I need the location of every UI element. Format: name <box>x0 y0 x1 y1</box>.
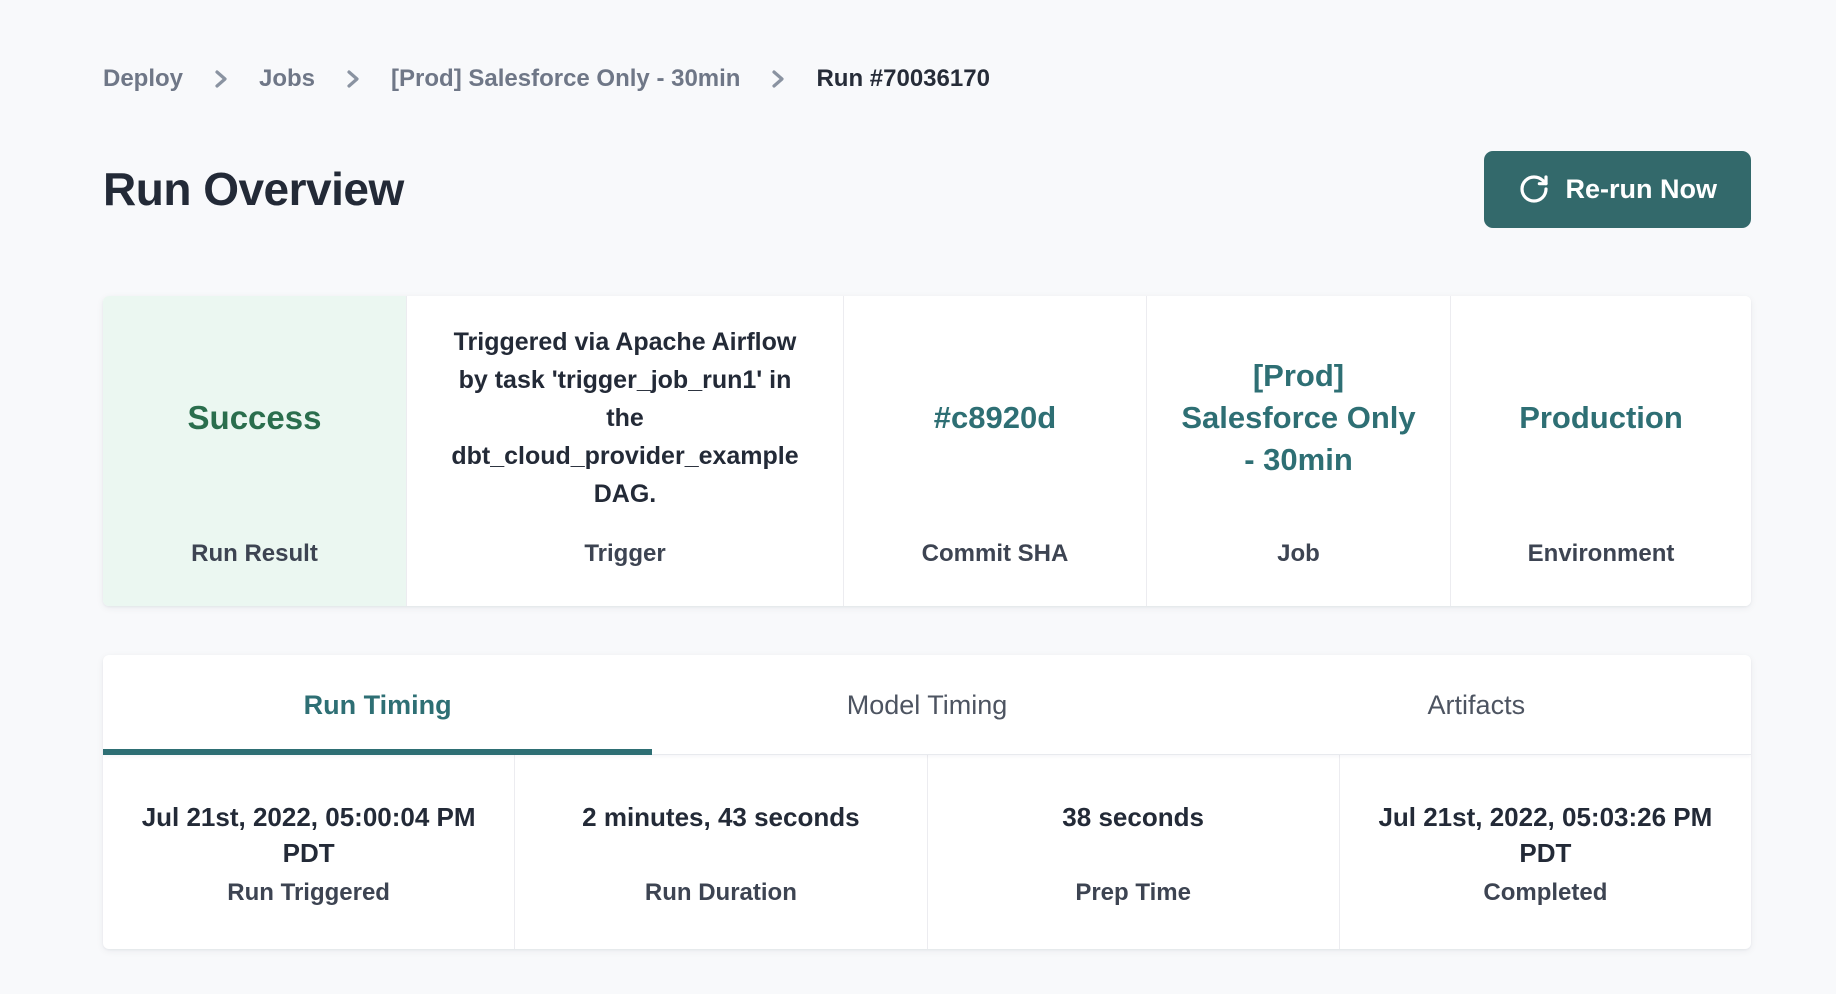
commit-sha-card: #c8920d Commit SHA <box>843 296 1146 606</box>
prep-time-value: 38 seconds <box>1062 799 1204 871</box>
run-duration-value: 2 minutes, 43 seconds <box>582 799 859 871</box>
run-triggered-cell: Jul 21st, 2022, 05:00:04 PM PDT Run Trig… <box>103 755 514 949</box>
breadcrumb: Deploy Jobs [Prod] Salesforce Only - 30m… <box>103 62 1751 96</box>
breadcrumb-item-job-name[interactable]: [Prod] Salesforce Only - 30min <box>391 65 740 93</box>
completed-value: Jul 21st, 2022, 05:03:26 PM PDT <box>1351 799 1739 871</box>
prep-time-label: Prep Time <box>1075 879 1191 907</box>
run-result-label: Run Result <box>191 540 318 568</box>
commit-sha-label: Commit SHA <box>922 540 1069 568</box>
chevron-right-icon <box>213 67 229 91</box>
timing-tabs: Run Timing Model Timing Artifacts <box>103 655 1751 755</box>
trigger-label: Trigger <box>584 540 665 568</box>
environment-label: Environment <box>1528 540 1675 568</box>
run-overview-page: Deploy Jobs [Prod] Salesforce Only - 30m… <box>0 0 1836 994</box>
run-result-card: Success Run Result <box>103 296 406 606</box>
run-result-status: Success <box>188 399 322 437</box>
tab-run-timing[interactable]: Run Timing <box>103 655 652 755</box>
page-header: Run Overview Re-run Now <box>103 144 1751 234</box>
page-title: Run Overview <box>103 162 404 216</box>
breadcrumb-item-jobs[interactable]: Jobs <box>259 65 315 93</box>
trigger-description: Triggered via Apache Airflow by task 'tr… <box>407 323 843 513</box>
prep-time-cell: 38 seconds Prep Time <box>927 755 1339 949</box>
commit-sha-link[interactable]: #c8920d <box>908 397 1082 439</box>
tab-artifacts[interactable]: Artifacts <box>1202 655 1751 755</box>
job-label: Job <box>1277 540 1320 568</box>
job-link[interactable]: [Prod] Salesforce Only - 30min <box>1147 355 1450 481</box>
environment-link[interactable]: Production <box>1493 397 1709 439</box>
tab-model-timing[interactable]: Model Timing <box>652 655 1201 755</box>
run-timing-grid: Jul 21st, 2022, 05:00:04 PM PDT Run Trig… <box>103 755 1751 949</box>
run-summary-cards: Success Run Result Triggered via Apache … <box>103 296 1751 606</box>
run-duration-label: Run Duration <box>645 879 797 907</box>
timing-panel: Run Timing Model Timing Artifacts Jul 21… <box>103 655 1751 949</box>
environment-card: Production Environment <box>1450 296 1751 606</box>
breadcrumb-item-deploy[interactable]: Deploy <box>103 65 183 93</box>
rerun-now-button[interactable]: Re-run Now <box>1484 151 1752 228</box>
chevron-right-icon <box>770 67 786 91</box>
run-triggered-value: Jul 21st, 2022, 05:00:04 PM PDT <box>115 799 503 871</box>
run-triggered-label: Run Triggered <box>227 879 390 907</box>
completed-label: Completed <box>1483 879 1607 907</box>
rerun-now-label: Re-run Now <box>1566 174 1718 205</box>
breadcrumb-item-run-number: Run #70036170 <box>816 65 989 93</box>
chevron-right-icon <box>345 67 361 91</box>
trigger-card: Triggered via Apache Airflow by task 'tr… <box>406 296 843 606</box>
run-duration-cell: 2 minutes, 43 seconds Run Duration <box>514 755 926 949</box>
rotate-cw-icon <box>1518 173 1550 205</box>
completed-cell: Jul 21st, 2022, 05:03:26 PM PDT Complete… <box>1339 755 1751 949</box>
job-card: [Prod] Salesforce Only - 30min Job <box>1146 296 1450 606</box>
